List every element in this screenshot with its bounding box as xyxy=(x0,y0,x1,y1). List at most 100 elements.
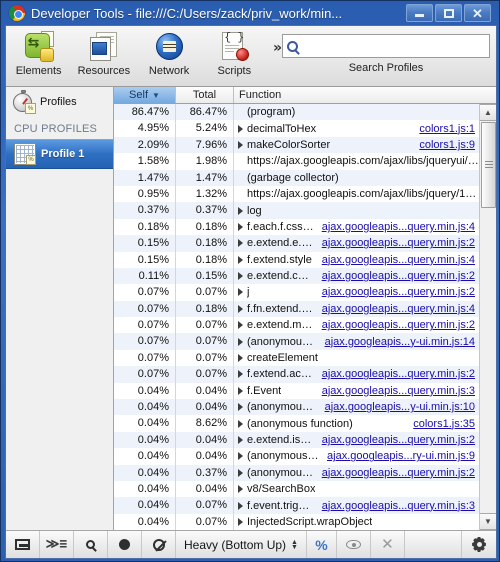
table-row[interactable]: 0.37% 0.37% log xyxy=(114,202,479,219)
disclosure-triangle-icon[interactable] xyxy=(238,206,243,215)
cell-function: InjectedScript.wrapObject xyxy=(234,514,479,530)
table-row[interactable]: 0.95% 1.32% https://ajax.googleapis.com/aj… xyxy=(114,185,479,203)
dock-toggle-button[interactable] xyxy=(6,531,40,558)
source-link[interactable]: ajax.googleapis...query.min.js:4 xyxy=(314,221,479,233)
disclosure-triangle-icon[interactable] xyxy=(238,337,243,346)
panel-button-network[interactable]: Network xyxy=(136,26,201,85)
disclosure-triangle-icon[interactable] xyxy=(238,321,243,330)
source-link[interactable]: ajax.googleapis...y-ui.min.js:14 xyxy=(317,336,479,348)
source-link[interactable]: ajax.googleapis...ry-ui.min.js:9 xyxy=(319,450,479,462)
sidebar-item-profile-1[interactable]: % Profile 1 xyxy=(6,139,113,169)
table-row[interactable]: 0.07%0.07%(anonymous fu...ajax.googleapi… xyxy=(114,333,479,350)
source-link[interactable]: ajax.googleapis...query.min.js:4 xyxy=(314,303,479,315)
disclosure-triangle-icon[interactable] xyxy=(238,222,243,231)
panel-button-elements[interactable]: ⇆ Elements xyxy=(6,26,71,85)
table-row[interactable]: 0.04% 0.07% f.event.trigger ajax.googleapis… xyxy=(114,497,479,514)
settings-button[interactable] xyxy=(462,531,496,558)
table-row[interactable]: 0.11%0.15%e.extend.came...ajax.googleapi… xyxy=(114,267,479,285)
maximize-button[interactable] xyxy=(435,4,462,22)
clear-profiles-button[interactable] xyxy=(142,531,176,558)
disclosure-triangle-icon[interactable] xyxy=(238,288,243,297)
disclosure-triangle-icon[interactable] xyxy=(238,419,243,428)
disclosure-triangle-icon[interactable] xyxy=(238,255,243,264)
disclosure-triangle-icon[interactable] xyxy=(238,304,243,313)
table-row[interactable]: 0.07% 0.07% createElement xyxy=(114,349,479,367)
table-row[interactable]: 2.09% 7.96% makeColorSorter colors1.js:9 xyxy=(114,136,479,154)
table-row[interactable]: 0.18%0.18%f.each.f.cssHoo...ajax.googlea… xyxy=(114,218,479,236)
disclosure-triangle-icon[interactable] xyxy=(238,517,243,526)
column-header-self[interactable]: Self ▼ xyxy=(114,87,176,103)
table-row[interactable]: 0.04% 0.04% f.Event ajax.googleapis...query… xyxy=(114,382,479,400)
table-row[interactable]: 0.07% 0.07% j ajax.googleapis...query.min.j… xyxy=(114,284,479,301)
table-row[interactable]: 0.15% 0.18% f.extend.style ajax.googleapis.… xyxy=(114,251,479,268)
disclosure-triangle-icon[interactable] xyxy=(238,436,243,444)
source-link[interactable]: ajax.googleapis...query.min.js:2 xyxy=(314,286,479,298)
source-link[interactable]: ajax.googleapis...query.min.js:2 xyxy=(314,237,479,249)
source-link[interactable]: colors1.js:1 xyxy=(411,123,479,135)
vertical-scrollbar[interactable]: ▲ ▼ xyxy=(479,104,496,530)
disclosure-triangle-icon[interactable] xyxy=(238,370,243,379)
exclude-selected-button[interactable]: ✕ xyxy=(371,531,405,558)
titlebar[interactable]: Developer Tools - file:///C:/Users/zack/… xyxy=(5,1,495,25)
table-row[interactable]: 0.07%0.07%e.extend.mergeajax.googleapis.… xyxy=(114,317,479,334)
search-toggle-button[interactable] xyxy=(74,531,108,558)
cell-total: 0.04% xyxy=(176,382,234,400)
disclosure-triangle-icon[interactable] xyxy=(238,272,243,281)
scroll-up-button[interactable]: ▲ xyxy=(479,104,496,121)
table-row[interactable]: 0.15%0.18%e.extend.e.fn....ajax.googleap… xyxy=(114,235,479,252)
disclosure-triangle-icon[interactable] xyxy=(238,468,243,477)
source-link[interactable]: ajax.googleapis...query.min.js:2 xyxy=(314,270,479,282)
table-row[interactable]: 0.04% 0.07% InjectedScript.wrapObject xyxy=(114,513,479,530)
disclosure-triangle-icon[interactable] xyxy=(238,485,243,494)
source-link[interactable]: colors1.js:9 xyxy=(411,139,479,151)
source-link[interactable]: colors1.js:35 xyxy=(405,418,479,430)
source-link[interactable]: ajax.googleapis...query.min.js:2 xyxy=(314,467,479,479)
source-link[interactable]: ajax.googleapis...query.min.js:3 xyxy=(314,385,479,397)
disclosure-triangle-icon[interactable] xyxy=(238,386,243,395)
table-row[interactable]: 0.04%0.37%(anonymous fu...ajax.googleapi… xyxy=(114,464,479,481)
minimize-button[interactable] xyxy=(406,4,433,22)
source-link[interactable]: ajax.googleapis...query.min.js:2 xyxy=(314,368,479,380)
record-toggle-button[interactable] xyxy=(108,531,142,558)
cell-function: (anonymous fu...ajax.googleapis...y-ui.m… xyxy=(234,333,479,349)
disclosure-triangle-icon[interactable] xyxy=(238,239,243,248)
function-name: https://ajax.googleapis.com/ajax/libs/jq… xyxy=(247,155,479,168)
sidebar-item-profiles[interactable]: % Profiles xyxy=(6,87,113,117)
table-row[interactable]: 1.58% 1.98% https://ajax.googleapis.com/aj… xyxy=(114,153,479,170)
source-link[interactable]: ajax.googleapis...query.min.js:4 xyxy=(314,254,479,266)
percent-toggle-button[interactable]: % xyxy=(307,531,337,558)
table-row[interactable]: 0.04%0.04%(anonymous fun...ajax.googleap… xyxy=(114,448,479,465)
disclosure-triangle-icon[interactable] xyxy=(238,140,243,149)
table-row[interactable]: 4.95% 5.24% decimalToHex colors1.js:1 xyxy=(114,120,479,137)
disclosure-triangle-icon[interactable] xyxy=(238,452,243,461)
disclosure-triangle-icon[interactable] xyxy=(238,124,243,133)
view-mode-select[interactable]: Heavy (Bottom Up) ▲ ▼ xyxy=(176,531,307,558)
table-row[interactable]: 0.04% 0.04% v8/SearchBox xyxy=(114,480,479,498)
close-button[interactable]: ✕ xyxy=(464,4,491,22)
table-row[interactable]: 86.47% 86.47% (program) xyxy=(114,104,479,121)
table-row[interactable]: 0.04% 8.62% (anonymous function) colors1.js… xyxy=(114,415,479,432)
panel-button-resources[interactable]: Resources xyxy=(71,26,136,85)
search-box[interactable] xyxy=(282,34,490,58)
table-row[interactable]: 0.07%0.18%f.fn.extend.do...ajax.googleap… xyxy=(114,300,479,318)
disclosure-triangle-icon[interactable] xyxy=(238,354,243,363)
table-row[interactable]: 0.04%0.04%e.extend.isPlai...ajax.googlea… xyxy=(114,431,479,449)
column-header-total[interactable]: Total xyxy=(176,87,234,103)
disclosure-triangle-icon[interactable] xyxy=(238,501,243,510)
table-row[interactable]: 0.04%0.04%(anonymous fu...ajax.googleapi… xyxy=(114,399,479,416)
table-row[interactable]: 0.07%0.07%f.extend.accep...ajax.googleap… xyxy=(114,366,479,383)
panel-button-scripts[interactable]: { } Scripts xyxy=(202,26,267,85)
column-header-function[interactable]: Function xyxy=(234,87,496,103)
table-row[interactable]: 1.47% 1.47% (garbage collector) xyxy=(114,169,479,186)
disclosure-triangle-icon[interactable] xyxy=(238,403,243,412)
console-toggle-button[interactable]: ≫≡ xyxy=(40,531,74,558)
source-link[interactable]: ajax.googleapis...y-ui.min.js:10 xyxy=(317,401,479,413)
scrollbar-thumb[interactable] xyxy=(481,122,496,208)
focus-selected-button[interactable] xyxy=(337,531,371,558)
source-link[interactable]: ajax.googleapis...query.min.js:2 xyxy=(314,434,479,446)
scroll-down-button[interactable]: ▼ xyxy=(479,513,496,530)
search-input[interactable] xyxy=(301,36,479,56)
source-link[interactable]: ajax.googleapis...query.min.js:3 xyxy=(314,500,479,512)
panel-overflow-button[interactable]: » xyxy=(273,40,282,56)
source-link[interactable]: ajax.googleapis...query.min.js:2 xyxy=(314,319,479,331)
